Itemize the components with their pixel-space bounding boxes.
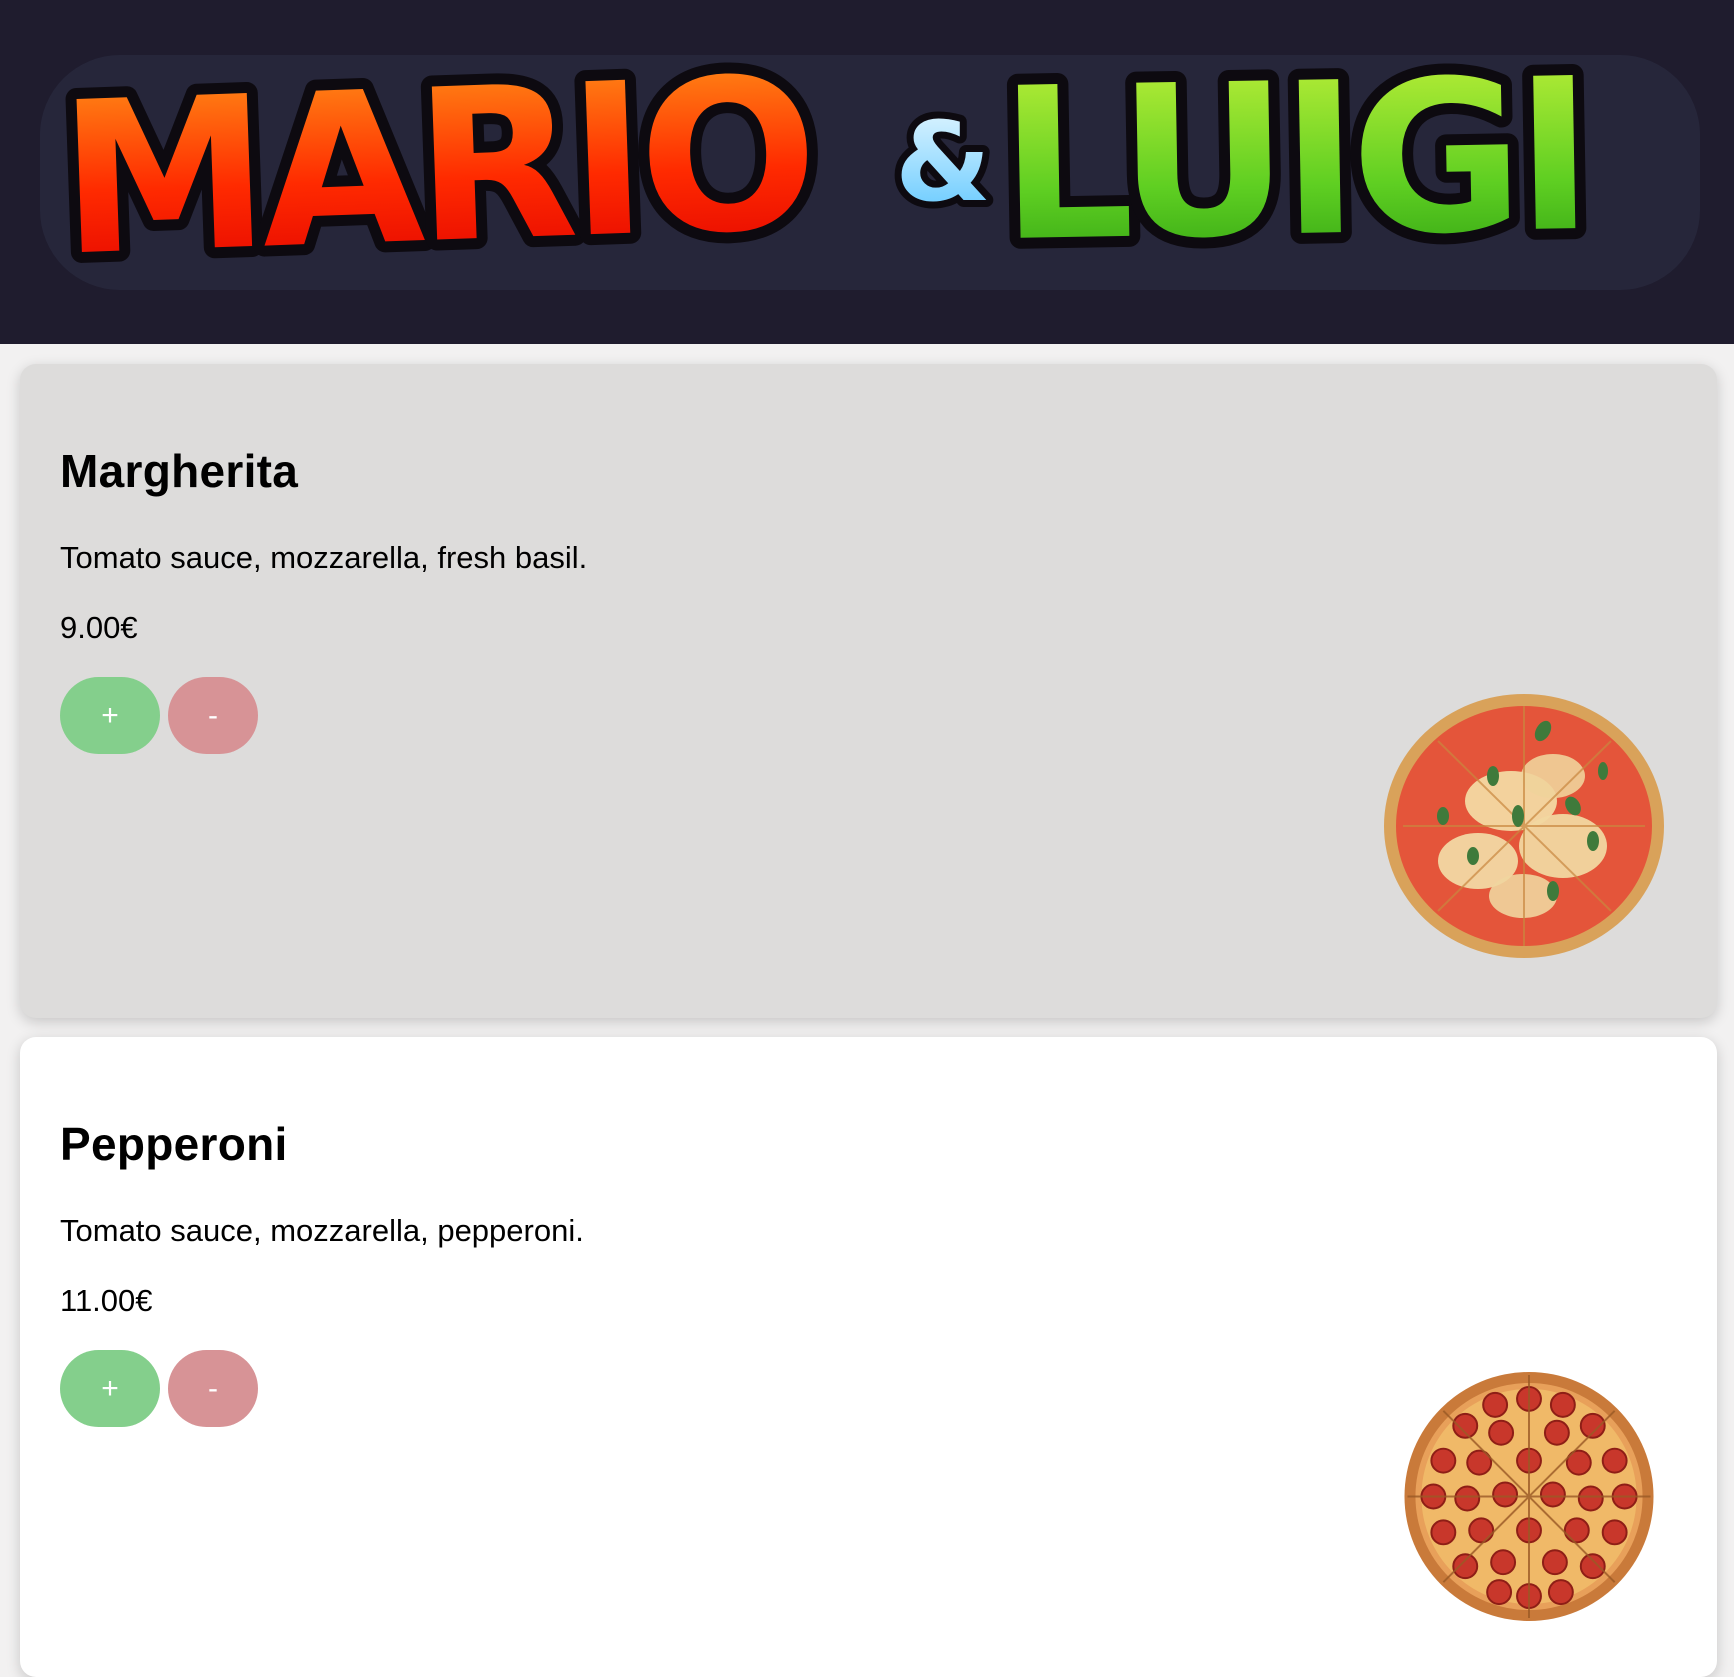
site-header: MARIO & LUIGI: [0, 0, 1734, 344]
pizza-description: Tomato sauce, mozzarella, pepperoni.: [60, 1213, 584, 1248]
remove-from-order-button[interactable]: -: [168, 677, 258, 754]
pizza-name: Margherita: [60, 445, 299, 497]
logo-word-mario: MARIO: [56, 32, 814, 303]
pizza-description: Tomato sauce, mozzarella, fresh basil.: [60, 540, 588, 575]
remove-from-order-button[interactable]: -: [168, 1350, 258, 1427]
mario-luigi-logo[interactable]: MARIO & LUIGI: [0, 0, 1734, 344]
menu-item-card[interactable]: Pepperoni Tomato sauce, mozzarella, pepp…: [20, 1037, 1717, 1677]
add-to-order-button[interactable]: +: [60, 1350, 160, 1427]
pizza-price: 11.00€: [60, 1283, 153, 1318]
pepperoni-pizza-image: [1404, 1371, 1654, 1622]
logo-ampersand: &: [895, 98, 991, 226]
pizza-name: Pepperoni: [60, 1118, 288, 1170]
pizza-price: 9.00€: [60, 610, 138, 645]
logo-word-luigi: LUIGI: [998, 33, 1588, 288]
add-to-order-button[interactable]: +: [60, 677, 160, 754]
margherita-pizza-image: [1384, 694, 1664, 958]
menu-item-card[interactable]: Margherita Tomato sauce, mozzarella, fre…: [20, 364, 1717, 1018]
